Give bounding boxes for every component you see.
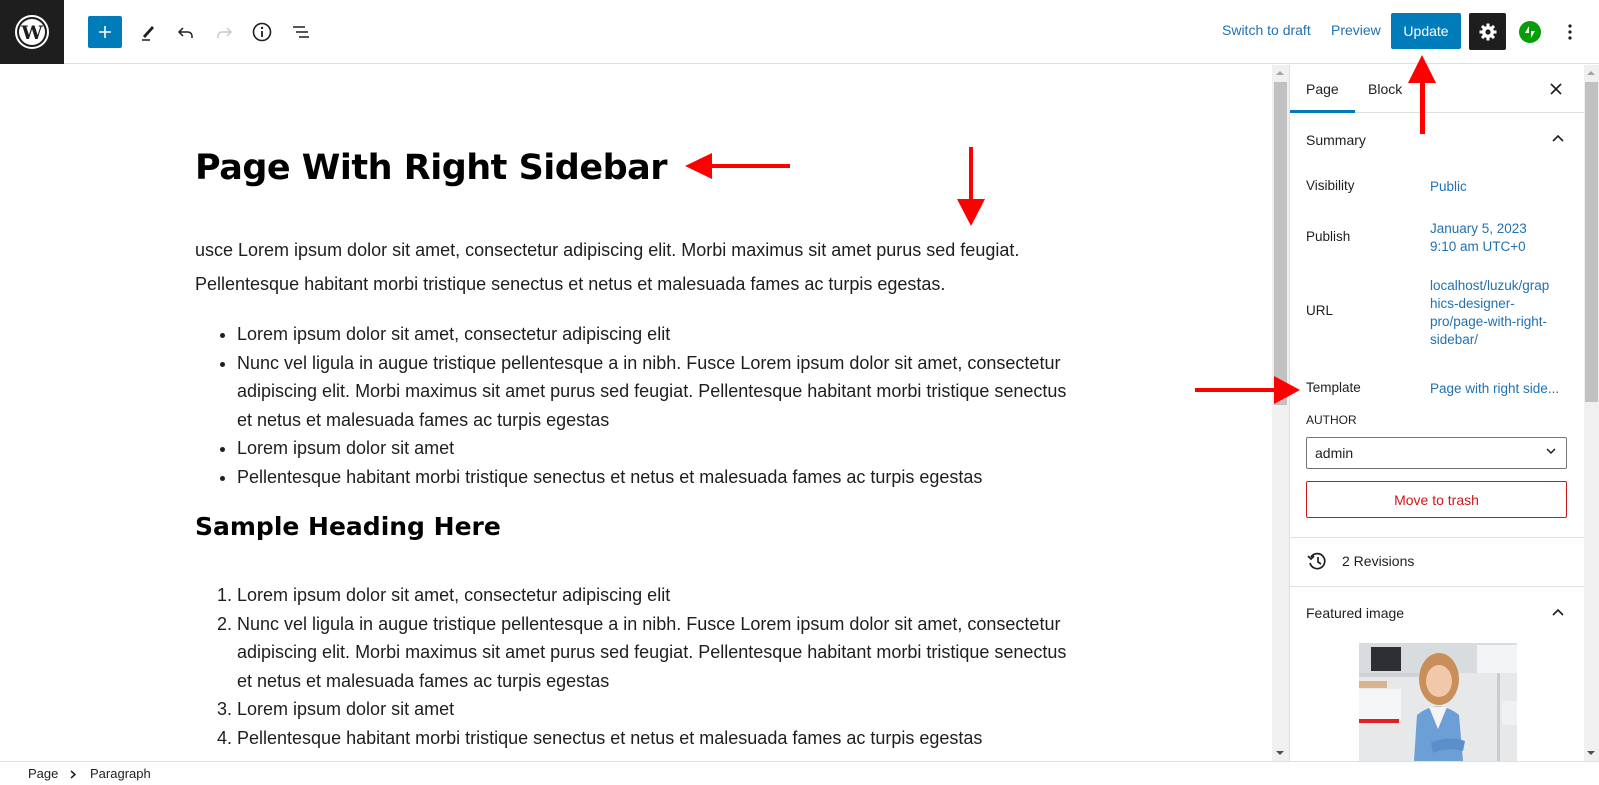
chevron-right-icon bbox=[70, 770, 76, 779]
summary-panel-toggle[interactable]: Summary bbox=[1290, 113, 1584, 167]
list-item[interactable]: Nunc vel ligula in augue tristique pelle… bbox=[237, 610, 1077, 696]
url-line: hics-designer- bbox=[1430, 296, 1515, 311]
url-label: URL bbox=[1306, 303, 1334, 318]
revisions-button[interactable]: 2 Revisions bbox=[1306, 537, 1414, 585]
update-button[interactable]: Update bbox=[1391, 13, 1461, 49]
list-item[interactable]: Lorem ipsum dolor sit amet bbox=[237, 434, 1077, 463]
move-to-trash-button[interactable]: Move to trash bbox=[1306, 481, 1567, 518]
redo-icon bbox=[217, 27, 233, 38]
tab-block[interactable]: Block bbox=[1352, 65, 1418, 113]
close-icon bbox=[1550, 83, 1562, 95]
breadcrumb-paragraph[interactable]: Paragraph bbox=[90, 766, 151, 781]
author-select[interactable]: admin bbox=[1306, 437, 1567, 469]
url-line: pro/page-with-right- bbox=[1430, 314, 1548, 329]
bullet-list-block[interactable]: Lorem ipsum dolor sit amet, consectetur … bbox=[237, 320, 1077, 491]
gear-icon bbox=[1479, 23, 1496, 40]
editor-scrollbar[interactable] bbox=[1272, 65, 1289, 761]
redo-button[interactable] bbox=[207, 16, 241, 48]
settings-sidebar: Page Block Summary Visibility Public Pub… bbox=[1289, 65, 1584, 761]
jetpack-bolt-icon bbox=[1525, 26, 1535, 38]
breadcrumb-page[interactable]: Page bbox=[28, 766, 58, 781]
url-line: localhost/luzuk/grap bbox=[1430, 278, 1550, 293]
featured-image-photo bbox=[1359, 643, 1517, 761]
chevron-up-icon bbox=[1552, 134, 1564, 142]
editor-canvas[interactable]: Page With Right Sidebar usce Lorem ipsum… bbox=[0, 65, 1272, 761]
featured-image[interactable] bbox=[1359, 643, 1517, 761]
list-item[interactable]: Pellentesque habitant morbi tristique se… bbox=[237, 463, 1077, 492]
url-line: sidebar/ bbox=[1430, 332, 1479, 347]
chevron-up-icon bbox=[1552, 608, 1564, 616]
settings-button[interactable] bbox=[1469, 13, 1506, 50]
info-icon bbox=[252, 22, 272, 42]
list-view-button[interactable] bbox=[284, 16, 318, 48]
scroll-down-arrow-icon[interactable] bbox=[1587, 751, 1595, 755]
tab-page[interactable]: Page bbox=[1290, 65, 1355, 113]
undo-button[interactable] bbox=[169, 16, 203, 48]
author-label: AUTHOR bbox=[1306, 413, 1357, 427]
publish-value[interactable]: January 5, 2023 9:10 am UTC+0 bbox=[1430, 220, 1570, 256]
undo-icon bbox=[177, 27, 193, 38]
scroll-up-arrow-icon[interactable] bbox=[1587, 71, 1595, 75]
featured-image-panel-toggle[interactable]: Featured image bbox=[1306, 587, 1404, 639]
editor-scrollbar-thumb[interactable] bbox=[1274, 82, 1287, 405]
sidebar-tabs: Page Block bbox=[1290, 65, 1584, 113]
summary-title: Summary bbox=[1306, 132, 1366, 148]
list-item[interactable]: Pellentesque habitant morbi tristique se… bbox=[237, 724, 1077, 753]
list-item[interactable]: Lorem ipsum dolor sit amet bbox=[237, 695, 1077, 724]
sidebar-scrollbar-thumb[interactable] bbox=[1585, 82, 1598, 402]
revisions-label: 2 Revisions bbox=[1342, 553, 1415, 569]
heading-block[interactable]: Sample Heading Here bbox=[195, 512, 501, 541]
preview-button[interactable]: Preview bbox=[1331, 22, 1381, 38]
list-item[interactable]: Lorem ipsum dolor sit amet, consectetur … bbox=[237, 320, 1077, 349]
visibility-value[interactable]: Public bbox=[1430, 178, 1570, 196]
publish-time: 9:10 am UTC+0 bbox=[1430, 239, 1526, 254]
list-view-icon bbox=[293, 26, 309, 38]
list-item[interactable]: Nunc vel ligula in augue tristique pelle… bbox=[237, 349, 1077, 435]
wordpress-logo-icon: W bbox=[15, 15, 49, 49]
close-sidebar-button[interactable] bbox=[1546, 79, 1566, 99]
details-button[interactable] bbox=[245, 16, 279, 48]
history-icon bbox=[1307, 552, 1326, 570]
options-menu-button[interactable] bbox=[1563, 20, 1577, 44]
template-value[interactable]: Page with right side... bbox=[1430, 380, 1570, 398]
scroll-up-arrow-icon[interactable] bbox=[1276, 71, 1284, 75]
publish-label: Publish bbox=[1306, 229, 1351, 244]
author-value: admin bbox=[1315, 445, 1354, 461]
jetpack-button[interactable] bbox=[1519, 21, 1541, 43]
publish-date: January 5, 2023 bbox=[1430, 221, 1527, 236]
featured-image-title: Featured image bbox=[1306, 605, 1405, 621]
numbered-list-block[interactable]: Lorem ipsum dolor sit amet, consectetur … bbox=[237, 581, 1077, 752]
kebab-icon bbox=[1568, 24, 1572, 40]
plus-icon bbox=[99, 26, 111, 38]
list-item[interactable]: Lorem ipsum dolor sit amet, consectetur … bbox=[237, 581, 1077, 610]
sidebar-scrollbar[interactable] bbox=[1584, 65, 1599, 761]
block-inserter-button[interactable] bbox=[88, 16, 122, 48]
svg-text:W: W bbox=[20, 22, 43, 44]
editor-header: W Switch to draft Preview Update bbox=[0, 0, 1599, 64]
switch-to-draft-button[interactable]: Switch to draft bbox=[1222, 22, 1311, 38]
wordpress-logo-button[interactable]: W bbox=[0, 0, 64, 64]
template-label: Template bbox=[1306, 380, 1361, 395]
pencil-tools-icon bbox=[142, 26, 154, 41]
tools-button[interactable] bbox=[131, 16, 165, 48]
post-title[interactable]: Page With Right Sidebar bbox=[195, 148, 668, 188]
scroll-down-arrow-icon[interactable] bbox=[1276, 751, 1284, 755]
chevron-down-icon bbox=[1546, 448, 1556, 455]
visibility-label: Visibility bbox=[1306, 178, 1355, 193]
paragraph-block[interactable]: usce Lorem ipsum dolor sit amet, consect… bbox=[195, 233, 1075, 301]
block-breadcrumb: Page Paragraph bbox=[0, 761, 1599, 785]
url-value[interactable]: localhost/luzuk/grap hics-designer- pro/… bbox=[1430, 277, 1570, 349]
